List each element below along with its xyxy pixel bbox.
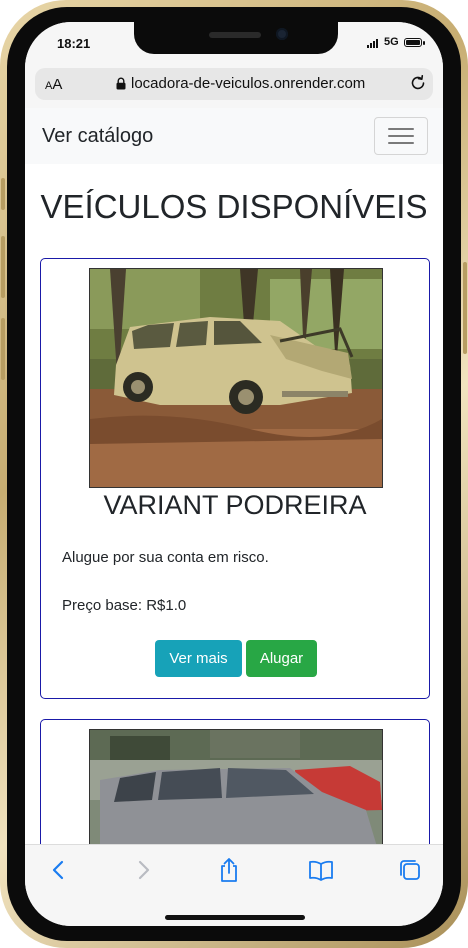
lock-icon bbox=[116, 77, 126, 90]
share-icon[interactable] bbox=[216, 857, 242, 883]
mute-switch bbox=[1, 178, 5, 210]
browser-address-area: AA locadora-de-veiculos.onrender.com bbox=[25, 66, 443, 109]
rent-button[interactable]: Alugar bbox=[246, 640, 317, 677]
volume-down-button bbox=[1, 318, 5, 380]
text-size-button[interactable]: AA bbox=[45, 76, 62, 93]
vehicle-photo bbox=[89, 729, 383, 844]
navbar-toggler[interactable] bbox=[374, 117, 428, 155]
home-indicator[interactable] bbox=[165, 915, 305, 920]
status-time: 18:21 bbox=[57, 36, 91, 51]
navbar-brand[interactable]: Ver catálogo bbox=[42, 125, 153, 148]
address-bar[interactable]: AA locadora-de-veiculos.onrender.com bbox=[35, 68, 433, 100]
phone-screen: 18:21 5G AA locadora-de-veiculos.onrende… bbox=[25, 22, 443, 926]
browser-toolbar bbox=[25, 844, 443, 926]
bookmarks-icon[interactable] bbox=[308, 857, 334, 883]
vehicle-card: VARIANT PODREIRA Alugue por sua conta em… bbox=[40, 258, 430, 699]
signal-icon bbox=[367, 38, 381, 48]
url-text[interactable]: locadora-de-veiculos.onrender.com bbox=[131, 75, 365, 92]
network-type: 5G bbox=[384, 36, 399, 48]
reload-icon[interactable] bbox=[409, 74, 427, 92]
notch bbox=[134, 22, 338, 54]
back-icon[interactable] bbox=[46, 857, 72, 883]
details-button[interactable]: Ver mais bbox=[155, 640, 242, 677]
hamburger-icon bbox=[388, 128, 414, 130]
site-navbar: Ver catálogo bbox=[25, 108, 443, 164]
speaker-grille bbox=[209, 32, 261, 38]
tabs-icon[interactable] bbox=[397, 857, 423, 883]
front-camera bbox=[276, 28, 288, 40]
battery-icon bbox=[404, 38, 425, 47]
vehicle-name: VARIANT PODREIRA bbox=[103, 490, 367, 520]
page-content: VEÍCULOS DISPONÍVEIS VARIANT PODREIRA Al… bbox=[25, 164, 443, 844]
forward-icon[interactable] bbox=[130, 857, 156, 883]
vehicle-card bbox=[40, 719, 430, 844]
vehicle-description: Alugue por sua conta em risco. bbox=[62, 549, 269, 566]
volume-up-button bbox=[1, 236, 5, 298]
vehicle-price: Preço base: R$1.0 bbox=[62, 597, 187, 614]
power-button bbox=[463, 262, 467, 354]
vehicle-photo bbox=[89, 268, 383, 488]
page-title: VEÍCULOS DISPONÍVEIS bbox=[40, 188, 428, 225]
